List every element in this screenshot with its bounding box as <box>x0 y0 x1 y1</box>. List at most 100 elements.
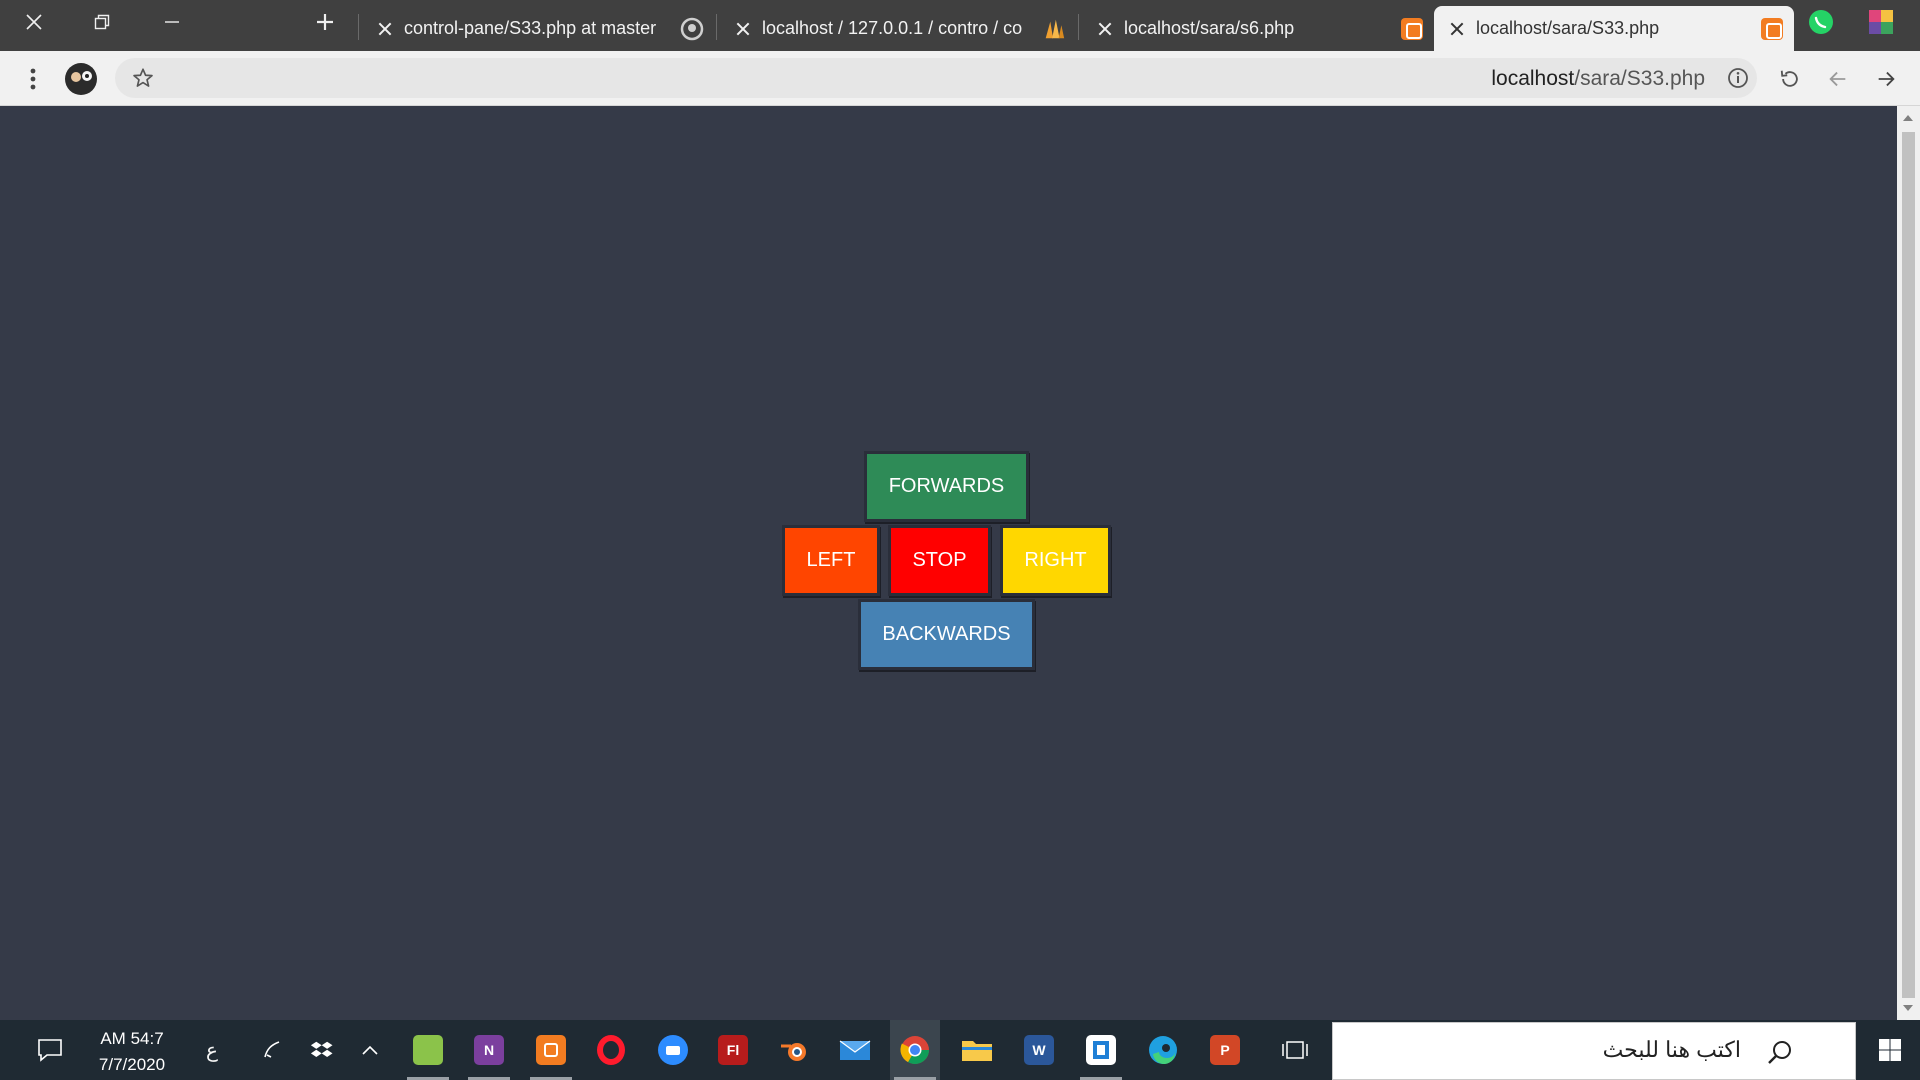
taskbar-app-chrome[interactable] <box>890 1020 940 1080</box>
url-text: localhost/sara/S33.php <box>1491 67 1705 91</box>
scroll-down-arrow-icon[interactable] <box>1903 1005 1913 1011</box>
word-icon: W <box>1024 1035 1054 1065</box>
left-button[interactable]: LEFT <box>782 525 880 596</box>
tab-s6[interactable]: localhost/sara/s6.php <box>1082 6 1434 51</box>
show-hidden-icons-button[interactable] <box>352 1020 388 1080</box>
browser-menu-button[interactable] <box>15 61 51 97</box>
action-center-button[interactable] <box>8 1020 92 1080</box>
backwards-button[interactable]: BACKWARDS <box>858 599 1035 670</box>
url-path: /sara/S33.php <box>1574 67 1705 90</box>
taskbar-app-edge[interactable] <box>1138 1020 1188 1080</box>
taskbar-app-powerpoint[interactable]: P <box>1200 1020 1250 1080</box>
forwards-button[interactable]: FORWARDS <box>864 451 1029 522</box>
tab-separator <box>1078 14 1079 40</box>
clock-time: AM 54:7 <box>100 1029 164 1048</box>
opera-icon <box>596 1035 626 1065</box>
folder-icon <box>962 1041 992 1061</box>
tab-close-icon[interactable] <box>1446 18 1468 40</box>
taskbar-search-box[interactable]: اكتب هنا للبحث <box>1332 1022 1856 1080</box>
window-minimize-button[interactable] <box>144 4 200 40</box>
arrow-left-icon <box>1829 71 1846 87</box>
xampp-icon <box>1760 17 1784 41</box>
chrome-icon <box>900 1036 929 1064</box>
right-button[interactable]: RIGHT <box>1000 525 1111 596</box>
onenote-icon: N <box>474 1035 504 1065</box>
taskbar-app-notepad-plus[interactable] <box>403 1020 453 1080</box>
taskbar-app-snipping[interactable] <box>1076 1020 1126 1080</box>
xampp-icon <box>536 1035 566 1065</box>
close-icon <box>26 14 42 30</box>
powerpoint-icon: P <box>1210 1035 1240 1065</box>
search-placeholder: اكتب هنا للبحث <box>1602 1037 1741 1062</box>
tab-s33-active[interactable]: localhost/sara/S33.php <box>1434 6 1794 51</box>
browser-toolbar: localhost/sara/S33.php <box>0 51 1920 106</box>
taskbar-app-word[interactable]: W <box>1014 1020 1064 1080</box>
tab-title: control-pane/S33.php at master <box>404 18 657 38</box>
blender-icon <box>781 1043 806 1061</box>
bookmark-star-icon[interactable] <box>125 60 161 96</box>
scrollbar-thumb[interactable] <box>1902 132 1915 998</box>
tab-github[interactable]: control-pane/S33.php at master <box>362 6 714 51</box>
tab-close-icon[interactable] <box>732 18 754 40</box>
taskbar-app-flash[interactable]: Fl <box>708 1020 758 1080</box>
clock-date: 7/7/2020 <box>98 1055 166 1074</box>
whatsapp-extension-button[interactable] <box>1796 4 1846 40</box>
app-window-icon <box>1086 1035 1116 1065</box>
pen-icon <box>264 1041 280 1058</box>
avatar-icon <box>65 63 97 95</box>
arrow-right-icon <box>1878 71 1895 87</box>
reload-button[interactable] <box>1772 61 1808 97</box>
site-info-icon[interactable] <box>1723 60 1753 96</box>
flash-icon: Fl <box>718 1035 748 1065</box>
stop-button[interactable]: STOP <box>888 525 991 596</box>
dropbox-tray-button[interactable] <box>302 1020 342 1080</box>
tab-phpmyadmin[interactable]: localhost / 127.0.0.1 / contro / co <box>720 6 1076 51</box>
task-view-button[interactable] <box>1270 1020 1320 1080</box>
window-close-button[interactable] <box>6 4 62 40</box>
tab-separator <box>358 14 359 40</box>
plus-icon <box>317 14 333 30</box>
chevron-up-icon <box>362 1045 378 1055</box>
tab-close-icon[interactable] <box>1094 18 1116 40</box>
start-button[interactable] <box>1860 1020 1920 1080</box>
new-tab-button[interactable] <box>297 4 353 40</box>
profile-image-icon <box>1869 10 1893 34</box>
window-restore-button[interactable] <box>74 4 130 40</box>
taskbar-app-zoom[interactable] <box>648 1020 698 1080</box>
restore-icon <box>94 14 110 30</box>
tab-separator <box>716 14 717 40</box>
windows-logo-icon <box>1879 1039 1901 1061</box>
pen-workspace-button[interactable] <box>252 1020 292 1080</box>
edge-icon <box>1149 1036 1177 1065</box>
tab-title: localhost/sara/S33.php <box>1476 18 1660 38</box>
xampp-icon <box>1400 17 1424 41</box>
kebab-menu-icon <box>30 68 36 90</box>
language-indicator[interactable]: ع <box>196 1020 228 1080</box>
tab-close-icon[interactable] <box>374 18 396 40</box>
taskbar-app-xampp[interactable] <box>526 1020 576 1080</box>
taskbar-app-file-explorer[interactable] <box>952 1020 1002 1080</box>
windows-taskbar: AM 54:7 7/7/2020 ع N Fl W P اكتب هنا للب… <box>0 1020 1920 1080</box>
back-button[interactable] <box>1868 61 1904 97</box>
address-bar[interactable]: localhost/sara/S33.php <box>115 58 1757 98</box>
scroll-up-arrow-icon[interactable] <box>1903 115 1913 121</box>
mail-icon <box>839 1040 871 1060</box>
taskbar-app-blender[interactable] <box>770 1020 820 1080</box>
taskbar-app-onenote[interactable]: N <box>464 1020 514 1080</box>
taskbar-app-mail[interactable] <box>830 1020 880 1080</box>
notification-icon <box>38 1039 62 1062</box>
tab-title: localhost/sara/s6.php <box>1124 18 1295 38</box>
reload-icon <box>1780 70 1798 87</box>
vertical-scrollbar[interactable] <box>1897 106 1920 1020</box>
dropbox-icon <box>310 1041 333 1057</box>
taskbar-clock[interactable]: AM 54:7 7/7/2020 <box>92 1026 172 1078</box>
page-content: FORWARDS LEFT STOP RIGHT BACKWARDS <box>0 106 1897 1020</box>
profile-avatar-button[interactable] <box>63 61 99 97</box>
github-icon <box>680 17 704 41</box>
url-host: localhost <box>1491 67 1575 90</box>
minimize-icon <box>165 21 179 23</box>
forward-button[interactable] <box>1820 61 1856 97</box>
zoom-icon <box>658 1035 688 1065</box>
taskbar-app-opera[interactable] <box>586 1020 636 1080</box>
profile-menu-button[interactable] <box>1856 4 1906 40</box>
